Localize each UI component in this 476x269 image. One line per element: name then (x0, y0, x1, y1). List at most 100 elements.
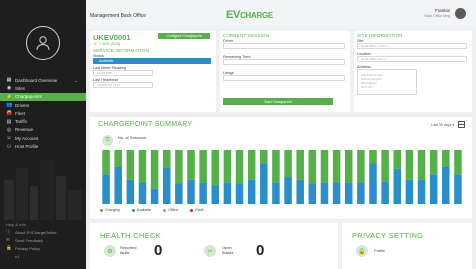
bar-charging-14 (260, 150, 268, 164)
top-header: Management Back Office EVCHARGE Frankie … (86, 0, 476, 28)
site-info-card: SITE INFORMATION Site Head Office, UK12.… (354, 31, 472, 112)
sidebar-item-revenue[interactable]: ◎ Revenue (0, 126, 86, 134)
bar-available-18 (308, 183, 317, 204)
remaining-time-field (223, 59, 345, 65)
chargepoint-summary-card: CHARGEPOINT SUMMARY ⏲ No. of Sessions 7 … (90, 117, 472, 219)
footer-link-about-evchargeonline[interactable]: ⓘ About EVChargeOnline (0, 228, 86, 236)
sidebar-item-label: Host Profile (15, 144, 39, 150)
bar-available-25 (393, 168, 402, 204)
bar-available-4 (138, 182, 147, 204)
tools-icon: ✂ (204, 245, 216, 257)
sidebar-item-label: Dashboard Overview (15, 77, 58, 83)
sessions-value: 7 (118, 140, 121, 145)
evcharge-logo: EVCHARGE (226, 9, 273, 21)
lock-icon: 🔒 (6, 245, 12, 250)
open-tickets-label: Open tickets (222, 245, 234, 255)
bar-charging-1 (102, 150, 110, 175)
sidebar-item-my-account[interactable]: ☺ My Account (0, 134, 86, 142)
bar-charging-2 (114, 150, 122, 167)
sidebar-item-drivers[interactable]: 👥 Drivers (0, 101, 86, 109)
sidebar-item-label: Sites (15, 85, 26, 91)
sidebar-item-label: Chargepoints (15, 94, 42, 100)
summary-bar-chart (102, 150, 462, 204)
reported-faults-value: 0 (154, 242, 163, 259)
coin-icon: ◎ (6, 126, 12, 133)
configure-chargepoint-button[interactable]: Configure Chargepoint (158, 33, 210, 39)
location-field: Head Office (Front) (357, 56, 467, 62)
users-icon: 👥 (6, 102, 13, 109)
bar-charging-25 (393, 150, 402, 169)
person-icon: ⚇ (6, 143, 12, 150)
sidebar-item-label: Fleet (15, 110, 26, 116)
legend-item-available: Available (131, 208, 151, 212)
version-note: v1 (15, 253, 20, 259)
open-tickets-value: 0 (256, 242, 265, 259)
bar-available-12 (235, 183, 244, 204)
bar-charging-19 (320, 150, 329, 183)
bar-charging-9 (199, 150, 207, 183)
user-icon (36, 36, 50, 51)
user-avatar[interactable] (455, 8, 466, 19)
last-meter-field: 10001 kWh (93, 70, 153, 76)
bar-available-23 (369, 163, 377, 204)
bar-charging-17 (296, 150, 304, 180)
sidebar-nav: ▦ Dashboard Overview ⌄ ◉ Sites ⚡ Chargepoints 👥… (0, 76, 86, 151)
calendar-icon[interactable] (458, 121, 465, 128)
chevron-down-icon[interactable]: ⌄ (75, 78, 78, 83)
bar-charging-18 (308, 150, 317, 184)
sidebar-item-label: Revenue (15, 127, 34, 133)
start-chargepoint-button[interactable]: Start Chargepoint (223, 98, 333, 105)
chargepoint-card: UKEV0001 ⚡ 7.0kW (S2A) Configure Chargep… (90, 31, 216, 112)
bar-charging-8 (187, 150, 195, 180)
bar-charging-23 (369, 150, 377, 164)
footer-link-privacy-policy[interactable]: 🔒 Privacy Policy (0, 244, 86, 252)
bar-charging-24 (381, 150, 389, 182)
health-check-card: HEALTH CHECK ⚙ Reported faults 0 ✂ Open … (90, 223, 338, 269)
bar-charging-28 (429, 150, 438, 175)
bar-available-14 (260, 163, 268, 204)
user-name[interactable]: Frankie (435, 8, 450, 13)
bar-available-24 (381, 181, 389, 204)
footer-link-send-feedback[interactable]: ✉ Send Feedback (0, 236, 86, 244)
site-field: Head Office, UK12.1 (357, 43, 467, 49)
pin-icon: ◉ (6, 85, 12, 92)
bar-available-27 (417, 179, 426, 204)
driver-field (223, 43, 345, 49)
bar-available-1 (102, 174, 110, 204)
lock-icon: 🔒 (356, 245, 368, 257)
sidebar-item-sites[interactable]: ◉ Sites (0, 84, 86, 92)
reported-faults-label: Reported faults (120, 245, 137, 255)
bar-available-3 (126, 179, 135, 204)
date-range-select[interactable]: Last 30 days ▾ (431, 123, 454, 127)
footer-title: Help & Info (6, 222, 26, 227)
current-session-title: CURRENT SESSION (223, 33, 270, 38)
bar-available-19 (320, 182, 329, 204)
city-skyline-image (4, 160, 82, 220)
sessions-label: No. of Sessions (118, 135, 147, 140)
bar-charging-22 (357, 150, 365, 183)
sidebar-item-fleet[interactable]: 🚘 Fleet (0, 109, 86, 117)
bar-available-2 (114, 166, 122, 204)
bar-available-9 (199, 182, 207, 204)
service-info-title: SERVICE INFORMATION (93, 48, 149, 53)
chart-legend: Charging Available Offline Fault (100, 208, 203, 212)
sidebar-item-label: Tariffs (15, 119, 27, 125)
legend-item-fault: Fault (190, 208, 203, 212)
sidebar-item-chargepoints[interactable]: ⚡ Chargepoints (0, 92, 86, 101)
bar-charging-16 (284, 150, 292, 177)
profile-avatar[interactable] (26, 26, 60, 60)
bar-available-5 (150, 188, 159, 204)
user-role: Back Office Mng (424, 14, 450, 18)
sidebar-item-tariffs[interactable]: ▤ Tariffs (0, 117, 86, 125)
bar-available-21 (344, 182, 353, 204)
sidebar-item-dashboard-overview[interactable]: ▦ Dashboard Overview ⌄ (0, 76, 86, 84)
bar-charging-12 (235, 150, 244, 184)
current-session-card: CURRENT SESSION Driver Remaining Time Us… (220, 31, 350, 112)
bar-charging-21 (344, 150, 353, 183)
bar-available-7 (175, 183, 183, 204)
page-title: Management Back Office (90, 13, 147, 19)
chat-icon: ✉ (6, 237, 10, 242)
bar-charging-11 (223, 150, 232, 183)
bar-available-8 (187, 179, 195, 204)
chargepoint-summary-title: CHARGEPOINT SUMMARY (98, 121, 193, 128)
